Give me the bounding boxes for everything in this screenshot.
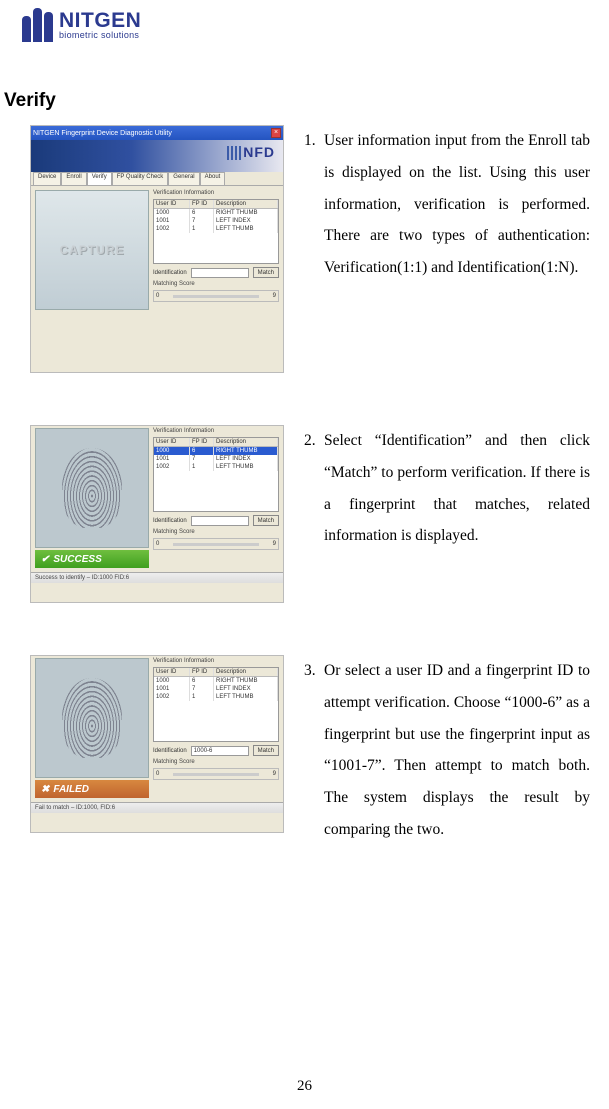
matching-score-label: Matching Score	[153, 281, 279, 287]
user-grid[interactable]: User ID FP ID Description 1000 6 RIGHT T…	[153, 437, 279, 512]
tab-about[interactable]: About	[200, 172, 226, 185]
step-text: Or select a user ID and a fingerprint ID…	[324, 655, 590, 846]
x-icon: ✖	[41, 784, 49, 795]
status-success-band: ✔ SUCCESS	[35, 550, 149, 568]
status-bar: Fail to match – ID:1000, FID:6	[31, 802, 283, 813]
page-number: 26	[0, 1078, 609, 1095]
section-title: Verify	[4, 90, 56, 112]
match-button[interactable]: Match	[253, 515, 279, 526]
check-icon: ✔	[41, 554, 49, 565]
logo-icon	[22, 8, 53, 42]
identification-label: Identification	[153, 270, 187, 276]
tab-fp-quality[interactable]: FP Quality Check	[112, 172, 169, 185]
step-text: User information input from the Enroll t…	[324, 125, 590, 373]
grid-row[interactable]: 1001 7 LEFT INDEX	[154, 685, 278, 693]
grid-row[interactable]: 1002 1 LEFT THUMB	[154, 463, 278, 471]
fingerprint-icon	[62, 678, 122, 758]
status-bar: Success to identify – ID:1000 FID:6	[31, 572, 283, 583]
grid-row[interactable]: 1002 1 LEFT THUMB	[154, 225, 278, 233]
step-text: Select “Identification” and then click “…	[324, 425, 590, 603]
id-field[interactable]	[191, 268, 249, 278]
step-3: ✖ FAILED Verification Information User I…	[30, 655, 590, 846]
grid-row[interactable]: 1001 7 LEFT INDEX	[154, 455, 278, 463]
tab-verify[interactable]: Verify	[87, 172, 112, 185]
status-failed-band: ✖ FAILED	[35, 780, 149, 798]
step-2: ✔ SUCCESS Verification Information User …	[30, 425, 590, 603]
grid-row[interactable]: 1000 6 RIGHT THUMB	[154, 677, 278, 685]
close-icon[interactable]: ×	[271, 128, 281, 138]
match-button[interactable]: Match	[253, 745, 279, 756]
id-field[interactable]	[191, 516, 249, 526]
grid-row[interactable]: 1001 7 LEFT INDEX	[154, 217, 278, 225]
step-number: 1.	[304, 125, 318, 373]
logo-subtitle: biometric solutions	[59, 31, 141, 40]
capture-label: CAPTURE	[59, 243, 124, 257]
tab-device[interactable]: Device	[33, 172, 61, 185]
tab-general[interactable]: General	[168, 172, 199, 185]
grid-row[interactable]: 1000 6 RIGHT THUMB	[154, 209, 278, 217]
verification-info-label: Verification Information	[153, 190, 279, 196]
screenshot-3: ✖ FAILED Verification Information User I…	[30, 655, 284, 833]
user-grid[interactable]: User ID FP ID Description 1000 6 RIGHT T…	[153, 199, 279, 264]
app-banner: NFD	[31, 140, 283, 172]
tab-enroll[interactable]: Enroll	[61, 172, 86, 185]
fingerprint-icon	[62, 448, 122, 528]
tab-strip: Device Enroll Verify FP Quality Check Ge…	[31, 172, 283, 186]
step-number: 3.	[304, 655, 318, 846]
grid-row[interactable]: 1000 6 RIGHT THUMB	[154, 447, 278, 455]
score-slider: 0 9	[153, 290, 279, 302]
logo: NITGEN biometric solutions	[22, 8, 141, 42]
grid-row[interactable]: 1002 1 LEFT THUMB	[154, 693, 278, 701]
step-1: NITGEN Fingerprint Device Diagnostic Uti…	[30, 125, 590, 373]
banner-brand: NFD	[243, 144, 275, 160]
match-button[interactable]: Match	[253, 267, 279, 278]
screenshot-1: NITGEN Fingerprint Device Diagnostic Uti…	[30, 125, 284, 373]
screenshot-2: ✔ SUCCESS Verification Information User …	[30, 425, 284, 603]
window-titlebar: NITGEN Fingerprint Device Diagnostic Uti…	[31, 126, 283, 140]
user-grid[interactable]: User ID FP ID Description 1000 6 RIGHT T…	[153, 667, 279, 742]
capture-area-fingerprint	[35, 658, 149, 778]
status-success-text: SUCCESS	[53, 554, 101, 565]
status-failed-text: FAILED	[53, 784, 89, 795]
window-title: NITGEN Fingerprint Device Diagnostic Uti…	[33, 130, 172, 137]
logo-title: NITGEN	[59, 10, 141, 31]
capture-area-fingerprint	[35, 428, 149, 548]
step-number: 2.	[304, 425, 318, 603]
grid-header: User ID FP ID Description	[154, 200, 278, 209]
capture-area: CAPTURE	[35, 190, 149, 310]
id-field[interactable]: 1000-6	[191, 746, 249, 756]
